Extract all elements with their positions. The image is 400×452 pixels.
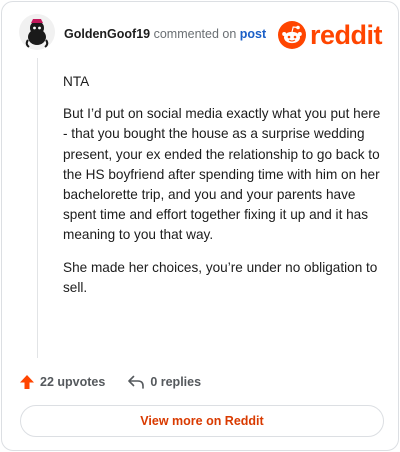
username[interactable]: GoldenGoof19 xyxy=(64,27,150,41)
reddit-wordmark: reddit xyxy=(310,20,383,50)
comment-paragraph: She made her choices, you’re under no ob… xyxy=(63,259,378,295)
thread-line xyxy=(37,58,38,358)
upvote-button[interactable]: 22 upvotes xyxy=(19,374,105,390)
reddit-snoo-icon xyxy=(278,21,306,49)
reddit-logo[interactable]: reddit xyxy=(278,19,388,51)
avatar-icon xyxy=(19,14,55,50)
user-avatar[interactable] xyxy=(19,14,55,50)
upvote-count: 22 upvotes xyxy=(40,375,106,389)
reply-arrow-icon xyxy=(128,375,145,389)
view-more-button[interactable]: View more on Reddit xyxy=(20,405,384,437)
reply-count: 0 replies xyxy=(150,375,202,389)
comment-header: GoldenGoof19 commented on post xyxy=(64,26,266,42)
comment-paragraph: NTA xyxy=(63,74,90,89)
comment-card: GoldenGoof19 commented on post reddit NT… xyxy=(1,1,399,451)
comment-actions: 22 upvotes 0 replies xyxy=(19,372,201,392)
comment-paragraph: But I’d put on social media exactly what… xyxy=(63,106,381,243)
upvote-arrow-icon xyxy=(20,375,34,389)
post-link[interactable]: post xyxy=(240,27,266,41)
comment-body: NTA But I’d put on social media exactly … xyxy=(63,72,381,310)
commented-on-text: commented on xyxy=(153,27,237,41)
replies-button[interactable]: 0 replies xyxy=(127,374,201,390)
